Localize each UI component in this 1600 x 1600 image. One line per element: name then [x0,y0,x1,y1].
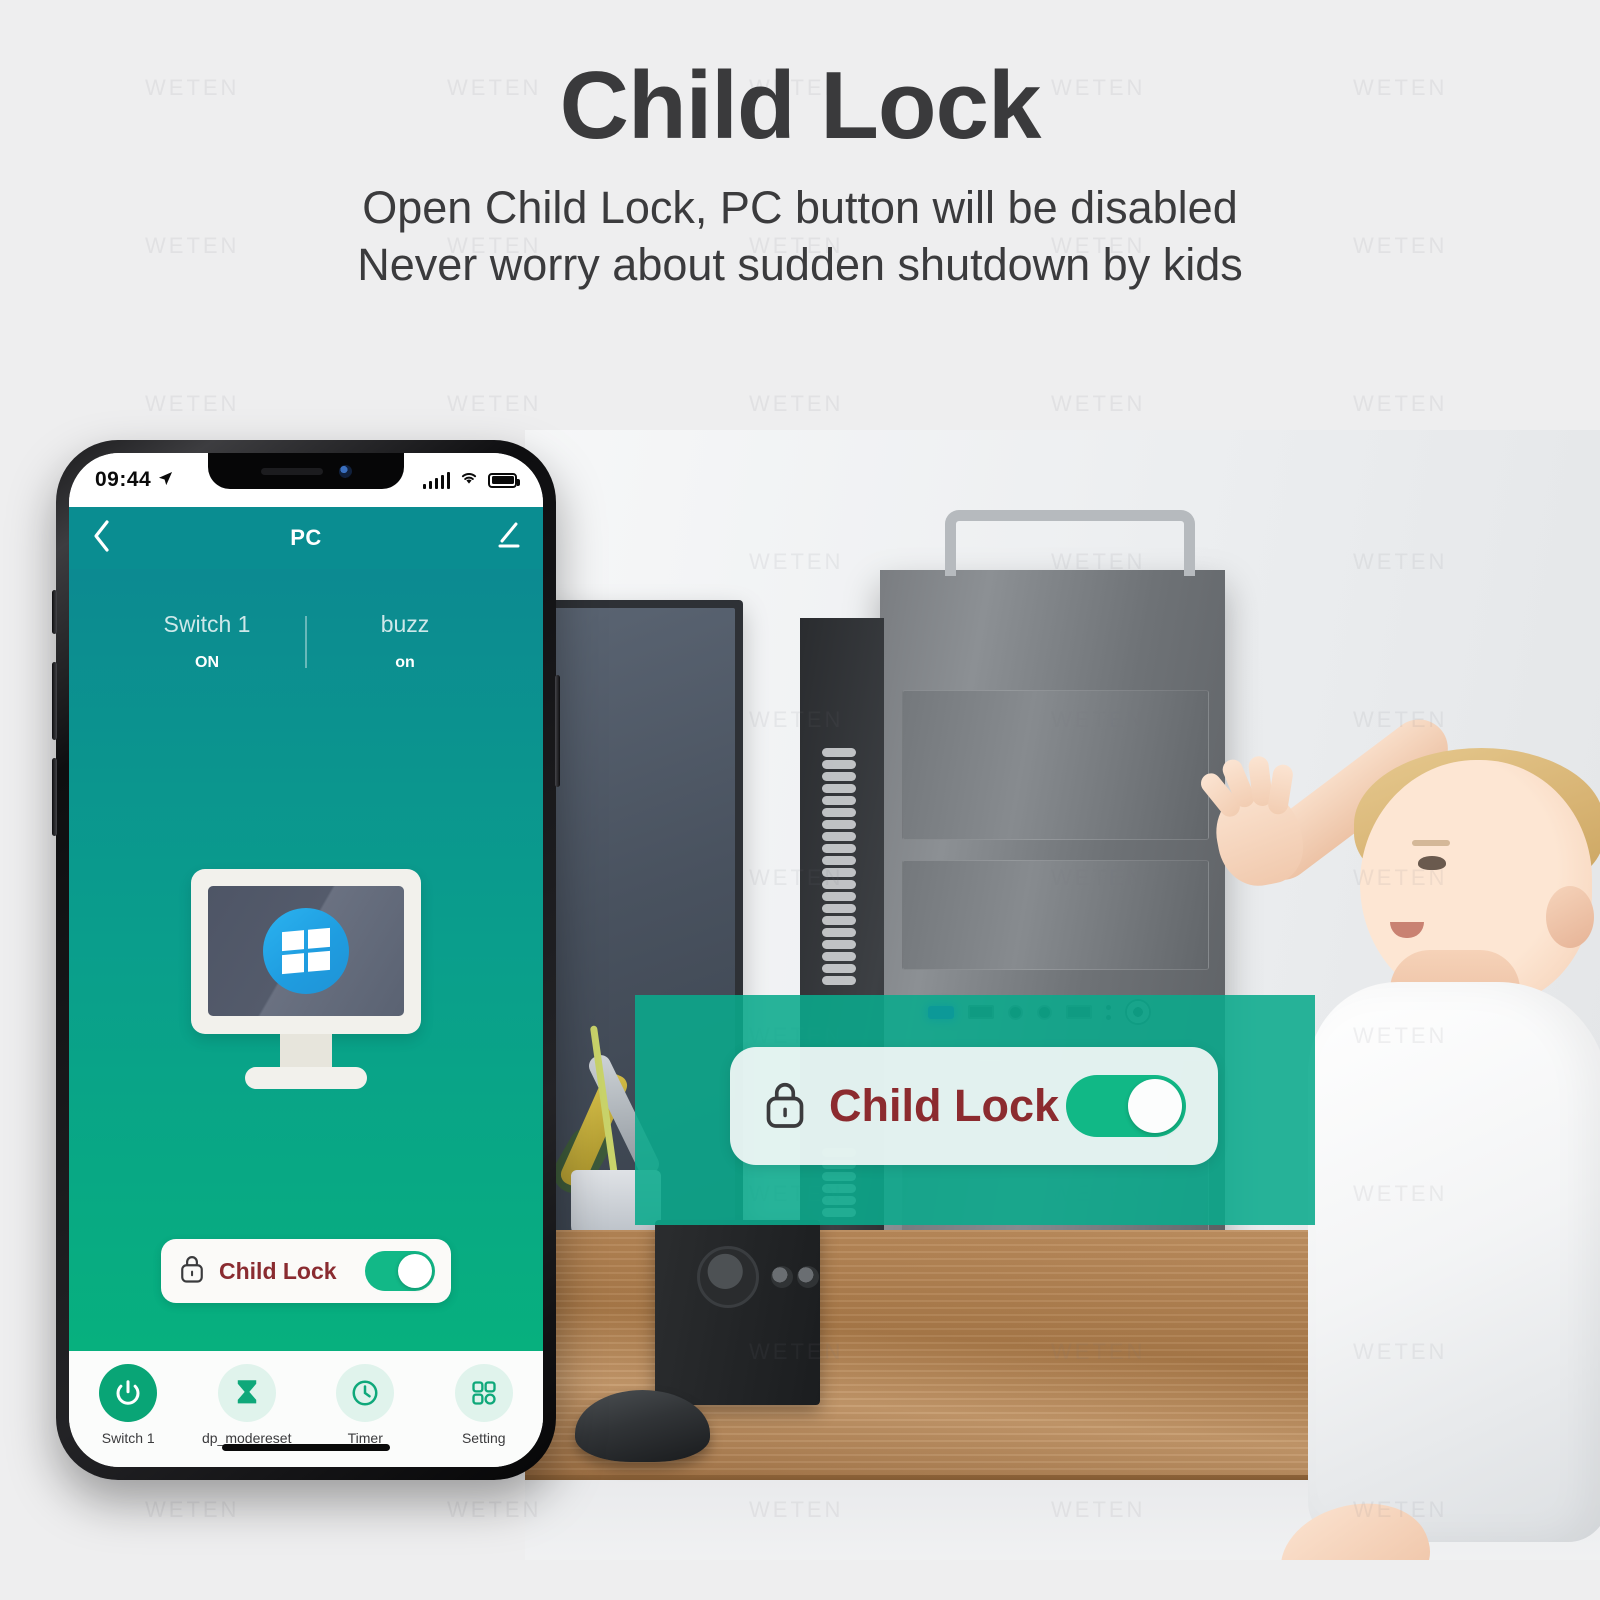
child-lock-label: Child Lock [219,1257,337,1284]
lock-icon [179,1253,205,1289]
child-mouth [1390,922,1424,938]
switch-status-row: Switch 1 ON buzz on [69,569,543,672]
watermark-text: WETEN [1051,391,1146,416]
child-brow [1412,840,1450,846]
watermark-text: WETEN [145,391,240,416]
phone-volume-up-button[interactable] [52,662,57,740]
tab-label: Setting [461,1430,506,1446]
child-lock-toggle[interactable] [365,1251,435,1291]
child-eye [1418,856,1446,870]
tab-setting[interactable]: Setting [428,1364,540,1446]
front-camera-icon [338,464,352,478]
switch-status-switch1[interactable]: Switch 1 ON [127,611,287,672]
hourglass-icon [217,1364,276,1422]
child-lock-row[interactable]: Child Lock [161,1239,451,1303]
tower-bay-2 [902,860,1209,970]
phone-power-button[interactable] [555,675,560,787]
child-lock-toggle-knob [398,1254,432,1288]
home-indicator-bar[interactable] [222,1444,390,1451]
switch-name: Switch 1 [163,611,251,637]
callout-child-lock-card[interactable]: Child Lock [730,1047,1218,1165]
child-lock-callout: Child Lock [635,995,1315,1225]
tower-bay-1 [902,690,1209,840]
windows-logo-icon [282,928,330,974]
wifi-icon [459,470,479,490]
power-icon [99,1364,158,1422]
status-bar-time: 09:44 [95,468,152,491]
speaker-tweeter-1 [771,1266,793,1288]
tab-label: Switch 1 [101,1430,155,1446]
signal-bars-icon [422,471,450,489]
callout-child-lock-toggle[interactable] [1066,1075,1186,1137]
switch-name: buzz [380,611,430,637]
watermark-text: WETEN [447,391,542,416]
subtitle-line-1: Open Child Lock, PC button will be disab… [362,181,1238,233]
subtitle-line-2: Never worry about sudden shutdown by kid… [357,239,1243,291]
tower-vents-top [822,748,856,985]
earpiece-speaker-icon [260,467,323,475]
watermark-text: WETEN [145,1497,240,1522]
desk-speaker [655,1220,820,1405]
watermark-text: WETEN [1353,391,1448,416]
child-shirt [1308,982,1600,1542]
callout-child-lock-label: Child Lock [829,1080,1060,1131]
speaker-tweeter-2 [797,1266,819,1288]
switch-divider [305,615,307,668]
monitor-glass [208,886,404,1016]
page-title: Child Lock [559,52,1042,159]
smartphone-mockup: 09:44 PC Switch 1 ON buzz on Child Lock … [52,440,560,1480]
switch-value: on [395,654,415,671]
phone-notch [208,453,404,489]
status-bar-left: 09:44 [95,468,173,492]
tab-switch-1[interactable]: Switch 1 [72,1364,184,1446]
child-ear [1546,886,1594,948]
grid-icon [454,1364,513,1422]
tower-handle [945,510,1195,576]
child-hand [1196,755,1310,893]
watermark-text: WETEN [749,391,844,416]
windows-pc-monitor-icon [191,869,421,1099]
tab-timer[interactable]: Timer [309,1364,421,1446]
clock-icon [336,1364,395,1422]
lock-icon [763,1078,807,1135]
app-header-title: PC [290,525,322,550]
chevron-left-icon[interactable] [91,519,111,558]
tab-dp-modereset[interactable]: dp_modereset [191,1364,303,1446]
status-bar-right [422,470,520,490]
phone-screen: 09:44 PC Switch 1 ON buzz on Child Lock … [69,453,543,1467]
headline-block: Child Lock Open Child Lock, PC button wi… [0,0,1600,320]
phone-mute-switch[interactable] [52,590,57,634]
battery-full-icon [488,472,520,488]
switch-status-buzz[interactable]: buzz on [325,611,485,672]
phone-volume-down-button[interactable] [52,758,57,836]
page-subtitle: Open Child Lock, PC button will be disab… [0,179,1600,294]
windows-logo-badge [263,908,349,994]
speaker-cone [697,1246,759,1308]
location-arrow-icon [158,468,173,492]
app-header: PC [69,507,543,569]
monitor-stand-base [245,1067,367,1089]
app-body: Switch 1 ON buzz on Child Lock [69,569,543,1351]
pencil-edit-icon[interactable] [495,522,521,555]
monitor-frame [191,869,421,1034]
callout-toggle-knob [1128,1079,1182,1133]
switch-value: ON [195,654,219,671]
